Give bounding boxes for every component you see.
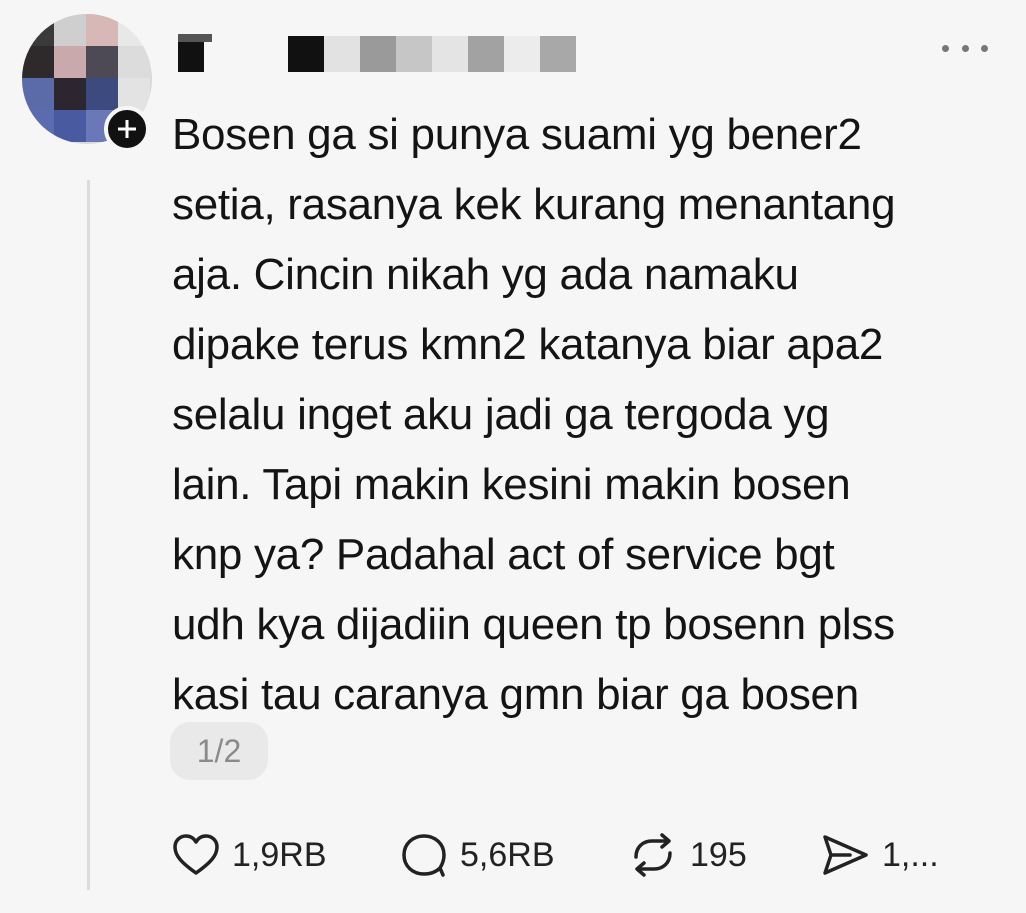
reply-button[interactable]: 5,6RB	[400, 830, 555, 880]
censor-block	[178, 34, 212, 42]
avatar-pixel	[54, 46, 86, 78]
reply-count: 5,6RB	[460, 835, 555, 874]
like-count: 1,9RB	[232, 835, 327, 874]
like-button[interactable]: 1,9RB	[172, 830, 327, 880]
heart-icon	[173, 834, 219, 875]
censor-block	[504, 36, 540, 72]
thread-post: Bosen ga si punya suami yg bener2 setia,…	[0, 0, 1026, 913]
dot	[961, 44, 969, 52]
avatar-pixel	[22, 46, 54, 78]
action-bar: 1,9RB 5,6RB 195 1,...	[0, 830, 1026, 880]
censor-block	[468, 36, 504, 72]
avatar-pixel	[118, 78, 150, 110]
censor-block	[396, 36, 432, 72]
avatar-pixel	[118, 46, 150, 78]
censor-block	[178, 40, 204, 72]
follow-button[interactable]	[104, 106, 150, 152]
dot	[981, 44, 988, 52]
censor-block	[324, 36, 360, 72]
plus-icon	[118, 120, 136, 138]
avatar-pixel	[86, 46, 118, 78]
share-count: 1,...	[882, 835, 939, 874]
share-button[interactable]: 1,...	[820, 830, 939, 880]
avatar-pixel	[54, 14, 86, 46]
repost-count: 195	[690, 835, 747, 874]
censor-block	[288, 36, 324, 72]
repost-icon	[634, 833, 672, 877]
avatar-pixel	[54, 78, 86, 110]
avatar-pixel	[22, 110, 54, 142]
censor-block	[540, 36, 576, 72]
more-horizontal-icon[interactable]	[942, 38, 988, 58]
censor-block	[432, 36, 468, 72]
avatar-pixel	[118, 14, 150, 46]
avatar-pixel	[86, 14, 118, 46]
thread-line	[87, 180, 90, 890]
repost-button[interactable]: 195	[628, 830, 747, 880]
avatar-pixel	[54, 110, 86, 142]
avatar-pixel	[22, 78, 54, 110]
send-icon	[823, 835, 868, 875]
dot	[942, 44, 949, 52]
avatar-pixel	[22, 14, 54, 46]
censor-block	[360, 36, 396, 72]
comment-bubble-icon	[402, 834, 446, 877]
avatar-pixel	[86, 78, 118, 110]
page-indicator: 1/2	[170, 722, 268, 780]
post-text: Bosen ga si punya suami yg bener2 setia,…	[172, 110, 896, 719]
